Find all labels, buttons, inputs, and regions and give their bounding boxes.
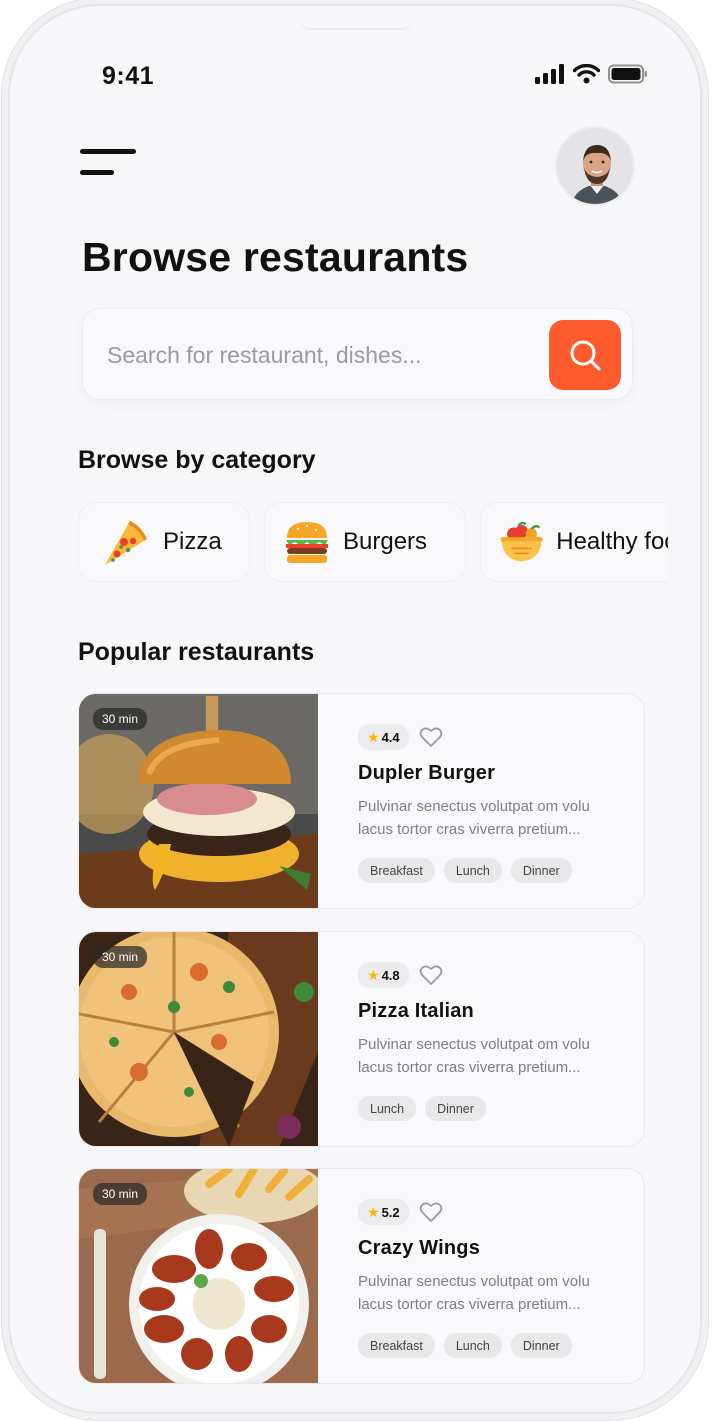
cellular-signal-icon — [535, 64, 564, 84]
star-icon: ★ — [367, 728, 380, 745]
wifi-icon — [573, 64, 600, 84]
restaurant-card[interactable]: 30 min ★ 5.2 Crazy Wings Pulvinar senect… — [78, 1168, 645, 1384]
status-time: 9:41 — [102, 62, 155, 90]
restaurant-photo-pizza: 30 min — [79, 932, 318, 1146]
category-carousel[interactable]: Pizza Burgers Healthy fo — [78, 502, 668, 584]
tag-breakfast[interactable]: Breakfast — [358, 858, 435, 883]
rating-value: 4.4 — [381, 729, 400, 745]
status-icons — [535, 64, 648, 84]
restaurant-photo-burger: 30 min — [79, 694, 318, 908]
restaurant-card[interactable]: 30 min ★ 4.8 Pizza Italian Pulvinar sene… — [78, 931, 645, 1147]
tag-lunch[interactable]: Lunch — [443, 858, 502, 883]
tag-dinner[interactable]: Dinner — [425, 1096, 486, 1121]
tag-breakfast[interactable]: Breakfast — [358, 1333, 435, 1358]
delivery-time-badge: 30 min — [93, 1183, 148, 1205]
restaurant-description: Pulvinar senectus volutpat om volu lacus… — [358, 1273, 590, 1313]
category-section-title: Browse by category — [78, 446, 316, 474]
rating-value: 4.8 — [381, 967, 400, 983]
star-icon: ★ — [367, 966, 380, 983]
avatar-portrait-icon — [557, 128, 633, 204]
hamburger-menu-icon[interactable] — [80, 146, 140, 182]
page-title: Browse restaurants — [82, 234, 469, 280]
rating-badge: ★ 5.2 — [358, 1199, 409, 1225]
restaurant-description: Pulvinar senectus volutpat om volu lacus… — [358, 1036, 590, 1076]
favorite-heart-icon[interactable] — [419, 726, 443, 748]
tag-lunch[interactable]: Lunch — [358, 1096, 417, 1121]
search-icon — [570, 340, 601, 371]
meal-tags: Lunch Dinner — [358, 1096, 628, 1121]
search-bar — [82, 308, 633, 400]
search-button[interactable] — [549, 320, 621, 390]
restaurant-card[interactable]: 30 min ★ 4.4 Dupler Burger Pulvinar sene… — [78, 693, 645, 909]
rating-badge: ★ 4.4 — [358, 724, 409, 750]
restaurant-name: Dupler Burger — [358, 762, 496, 784]
category-chip-healthy-food[interactable]: Healthy food — [480, 502, 668, 582]
category-chip-burgers[interactable]: Burgers — [264, 502, 466, 582]
rating-badge: ★ 4.8 — [358, 962, 409, 988]
tag-dinner[interactable]: Dinner — [510, 1333, 572, 1358]
salad-bowl-icon — [500, 521, 543, 562]
category-chip-pizza[interactable]: Pizza — [78, 502, 250, 582]
status-bar: 9:41 — [10, 6, 700, 136]
search-input[interactable] — [107, 333, 527, 377]
category-label: Burgers — [343, 528, 428, 555]
category-label: Healthy food — [556, 528, 668, 555]
restaurant-photo-wings: 30 min — [79, 1169, 318, 1383]
popular-section-title: Popular restaurants — [78, 638, 315, 666]
category-label: Pizza — [163, 528, 222, 555]
delivery-time-badge: 30 min — [93, 946, 148, 968]
phone-frame: 9:41 Browse restaurants Search for resta… — [8, 4, 702, 1414]
tag-lunch[interactable]: Lunch — [443, 1333, 502, 1358]
tag-dinner[interactable]: Dinner — [510, 858, 572, 883]
meal-tags: Breakfast Lunch Dinner — [358, 1333, 628, 1358]
delivery-time-badge: 30 min — [93, 708, 148, 730]
favorite-heart-icon[interactable] — [419, 964, 443, 986]
user-avatar[interactable] — [555, 126, 635, 206]
restaurant-name: Pizza Italian — [358, 1000, 474, 1022]
restaurant-name: Crazy Wings — [358, 1237, 481, 1259]
rating-value: 5.2 — [381, 1204, 400, 1220]
meal-tags: Breakfast Lunch Dinner — [358, 858, 628, 883]
favorite-heart-icon[interactable] — [419, 1201, 443, 1223]
star-icon: ★ — [367, 1203, 380, 1220]
burger-icon — [286, 522, 328, 563]
pizza-slice-icon — [105, 521, 147, 565]
battery-icon — [608, 64, 647, 84]
restaurant-description: Pulvinar senectus volutpat om volu lacus… — [358, 798, 590, 838]
